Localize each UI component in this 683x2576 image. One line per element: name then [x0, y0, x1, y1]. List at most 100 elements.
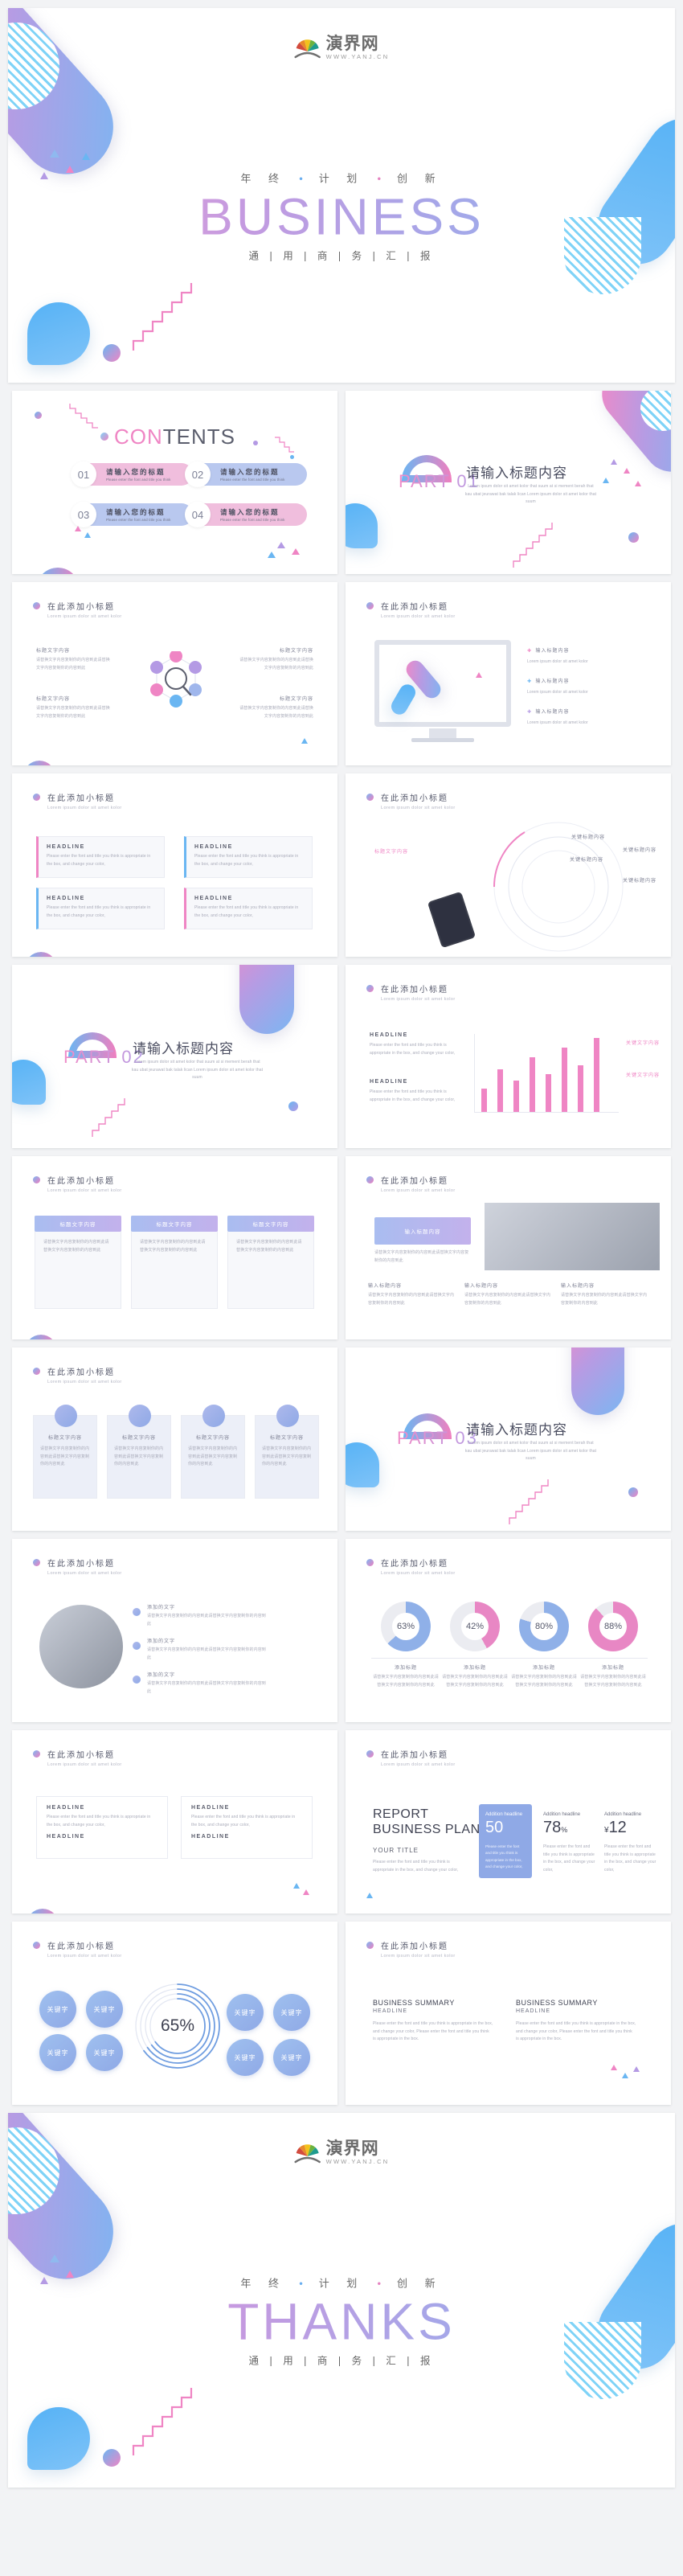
thanks-eyebrow-3: 创 新 — [396, 2277, 443, 2290]
keyword-circle-3[interactable]: 关键字 — [39, 2034, 76, 2071]
mini-sub: Lorem ipsum dolor sit amet kolor — [47, 1188, 122, 1193]
column-card-2[interactable]: 标题文字内容 请替换文字内容复制你的内容到此请替换文字内容复制你的内容到此 — [131, 1216, 218, 1309]
twocard-2[interactable]: HEADLINE Please enter the font and title… — [181, 1796, 313, 1859]
keyword-circle-5[interactable]: 关键字 — [227, 1994, 264, 2031]
keyword-circle-2[interactable]: 关键字 — [86, 1991, 123, 2028]
mini-sub: Lorem ipsum dolor sit amet kolor — [47, 1571, 122, 1576]
column-header: 标题文字内容 — [35, 1216, 121, 1232]
report-card-3[interactable]: Addition headline ¥12 Please enter the f… — [604, 1804, 657, 1874]
phone-label-2: 关键标题内容 — [570, 855, 603, 863]
bar-body: Please enter the font and title you thin… — [370, 1043, 456, 1056]
summary-body: Please enter the font and title you thin… — [516, 2021, 636, 2041]
fourcol-card-4[interactable]: 标题文字内容 请替换文字内容复制你的内容到此请替换文字内容复制你的内容到此 — [255, 1405, 319, 1499]
slide-gauge-65[interactable]: 在此添加小标题 Lorem ipsum dolor sit amet kolor… — [12, 1922, 337, 2105]
report-card-unit: % — [561, 1826, 568, 1834]
donut-caption-title: 添加标题 — [394, 1666, 417, 1671]
keyword-circle-4[interactable]: 关键字 — [86, 2034, 123, 2071]
headline-box-4[interactable]: HEADLINE Please enter the font and title… — [184, 888, 313, 929]
keyword-circle-1[interactable]: 关键字 — [39, 1991, 76, 2028]
hub-node-3: 标题文字内容 请替换文字内容复制你的内容到此请替换文字内容复制你的内容到此 — [36, 695, 112, 720]
slide-four-columns[interactable]: 在此添加小标题 Lorem ipsum dolor sit amet kolor… — [12, 1347, 337, 1531]
mini-title: 在此添加小标题 — [381, 1177, 448, 1186]
headline-box-3[interactable]: HEADLINE Please enter the font and title… — [36, 888, 165, 929]
bullet-icon — [366, 985, 374, 992]
row-label: 输入标题内容 — [535, 710, 570, 715]
deco-arch — [27, 1909, 59, 1914]
devices-photo — [485, 1203, 660, 1270]
mini-title: 在此添加小标题 — [47, 794, 115, 803]
deco-dot — [628, 1487, 638, 1497]
fourcol-card-1[interactable]: 标题文字内容 请替换文字内容复制你的内容到此请替换文字内容复制你的内容到此 — [33, 1405, 97, 1499]
slide-part-02[interactable]: PART 02 请输入标题内容 Lorem ipsum dolor sit am… — [12, 965, 337, 1148]
devices-caption-body: 请替换文字内容复制你的内容到此请替换文字内容复制你的内容到此 — [561, 1293, 648, 1306]
deco-arch — [23, 761, 55, 765]
slide-part-03[interactable]: PART 03 请输入标题内容 Lorem ipsum dolor sit am… — [346, 1347, 671, 1531]
keyword-circle-7[interactable]: 关键字 — [227, 2039, 264, 2076]
deco-triangle — [611, 2065, 617, 2070]
mini-sub: Lorem ipsum dolor sit amet kolor — [381, 614, 456, 619]
logo-url-text: WWW.YANJ.CN — [325, 53, 390, 60]
slide-bar-chart[interactable]: 在此添加小标题 Lorem ipsum dolor sit amet kolor… — [346, 965, 671, 1148]
slide-photo-list[interactable]: 在此添加小标题 Lorem ipsum dolor sit amet kolor… — [12, 1539, 337, 1722]
row-body: Lorem ipsum dolor sit amet kolor — [527, 690, 588, 695]
slide-phone-radial[interactable]: 在此添加小标题 Lorem ipsum dolor sit amet kolor… — [346, 773, 671, 957]
hub-node-body: 请替换文字内容复制你的内容到此请替换文字内容复制你的内容到此 — [239, 706, 313, 719]
column-card-1[interactable]: 标题文字内容 请替换文字内容复制你的内容到此请替换文字内容复制你的内容到此 — [35, 1216, 121, 1309]
slide-part-01[interactable]: PART 01 请输入标题内容 Lorem ipsum dolor sit am… — [346, 391, 671, 574]
contents-item-04[interactable]: 04 请输入您的标题 Please enter the font and tit… — [185, 502, 307, 527]
keyword-circle-8[interactable]: 关键字 — [273, 2039, 310, 2076]
slide-monitor[interactable]: 在此添加小标题 Lorem ipsum dolor sit amet kolor… — [346, 582, 671, 765]
keyword-circle-6[interactable]: 关键字 — [273, 1994, 310, 2031]
report-card-1[interactable]: Addition headline 50 Please enter the fo… — [479, 1804, 532, 1878]
cover-eyebrow-3: 创 新 — [396, 172, 443, 185]
slide-headline-boxes[interactable]: 在此添加小标题 Lorem ipsum dolor sit amet kolor… — [12, 773, 337, 957]
slide-contents[interactable]: CONTENTS 01 请输入您的标题 Please enter the fon… — [12, 391, 337, 574]
contents-item-03[interactable]: 03 请输入您的标题 Please enter the font and tit… — [71, 502, 193, 527]
row-marker-icon: ✚ — [527, 649, 533, 654]
devices-caption-label: 输入标题内容 — [561, 1284, 595, 1289]
slide-donut-charts[interactable]: 在此添加小标题 Lorem ipsum dolor sit amet kolor… — [346, 1539, 671, 1722]
bar-body: Please enter the font and title you thin… — [370, 1089, 456, 1102]
slide-three-columns[interactable]: 在此添加小标题 Lorem ipsum dolor sit amet kolor… — [12, 1156, 337, 1339]
fourcol-body: 请替换文字内容复制你的内容到此请替换文字内容复制你的内容到此 — [262, 1446, 312, 1466]
bar-legend-label: 关键文字内容 — [625, 1073, 660, 1078]
bar — [481, 1088, 487, 1112]
row-marker-icon: ✚ — [527, 679, 533, 684]
list-bullet-icon — [133, 1608, 141, 1616]
fourcol-body: 请替换文字内容复制你的内容到此请替换文字内容复制你的内容到此 — [40, 1446, 90, 1466]
twocard-1[interactable]: HEADLINE Please enter the font and title… — [36, 1796, 168, 1859]
donut-value: 88% — [599, 1612, 628, 1641]
part-body: Lorem ipsum dolor sit amet kolor that su… — [131, 1060, 264, 1080]
contents-item-01[interactable]: 01 请输入您的标题 Please enter the font and tit… — [71, 461, 193, 487]
devices-caption-2: 输入标题内容 请替换文字内容复制你的内容到此请替换文字内容复制你的内容到此 — [464, 1282, 551, 1307]
mini-sub: Lorem ipsum dolor sit amet kolor — [381, 1762, 456, 1767]
mini-sub: Lorem ipsum dolor sit amet kolor — [381, 1571, 456, 1576]
contents-item-02[interactable]: 02 请输入您的标题 Please enter the font and tit… — [185, 461, 307, 487]
slide-hub-diagram[interactable]: 在此添加小标题 Lorem ipsum dolor sit amet kolor… — [12, 582, 337, 765]
mini-header: 在此添加小标题 Lorem ipsum dolor sit amet kolor — [33, 1748, 122, 1767]
fourcol-card-3[interactable]: 标题文字内容 请替换文字内容复制你的内容到此请替换文字内容复制你的内容到此 — [181, 1405, 245, 1499]
part-heading: 请输入标题内容 — [466, 1418, 567, 1438]
column-card-3[interactable]: 标题文字内容 请替换文字内容复制你的内容到此请替换文字内容复制你的内容到此 — [227, 1216, 314, 1309]
bar — [562, 1048, 567, 1112]
headline-label: HEADLINE — [194, 844, 233, 850]
deco-triangle — [50, 150, 59, 158]
phone-label-1: 关键标题内容 — [571, 833, 605, 840]
slide-cover[interactable]: 演界网 WWW.YANJ.CN 年 终 • 计 划 • 创 新 BUSINESS… — [8, 8, 675, 383]
report-card-2[interactable]: Addition headline 78% Please enter the f… — [543, 1804, 596, 1874]
slide-report-business-plan[interactable]: 在此添加小标题 Lorem ipsum dolor sit amet kolor… — [346, 1730, 671, 1914]
list-bullet-icon — [133, 1676, 141, 1684]
headline-box-2[interactable]: HEADLINE Please enter the font and title… — [184, 836, 313, 878]
headline-box-1[interactable]: HEADLINE Please enter the font and title… — [36, 836, 165, 878]
slide-thanks[interactable]: 演界网 WWW.YANJ.CN 年 终 • 计 划 • 创 新 THANKS 通… — [8, 2113, 675, 2488]
donut-chart-3: 80% — [519, 1602, 569, 1651]
headline-body: Please enter the font and title you thin… — [194, 854, 299, 867]
slide-business-summary[interactable]: 在此添加小标题 Lorem ipsum dolor sit amet kolor… — [346, 1922, 671, 2105]
cover-eyebrow-2: 计 划 — [318, 172, 365, 185]
part-body: Lorem ipsum dolor sit amet kolor that su… — [464, 484, 597, 504]
slide-devices[interactable]: 在此添加小标题 Lorem ipsum dolor sit amet kolor… — [346, 1156, 671, 1339]
fourcol-card-2[interactable]: 标题文字内容 请替换文字内容复制你的内容到此请替换文字内容复制你的内容到此 — [107, 1405, 171, 1499]
report-your-title: YOUR TITLE — [373, 1847, 419, 1854]
slide-two-cards[interactable]: 在此添加小标题 Lorem ipsum dolor sit amet kolor… — [12, 1730, 337, 1914]
donut-caption-title: 添加标题 — [532, 1666, 555, 1671]
